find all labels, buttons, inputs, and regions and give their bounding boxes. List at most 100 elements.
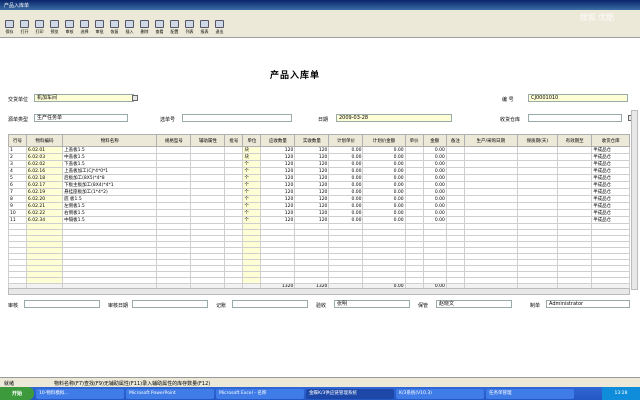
column-header[interactable]: 计划价金额 (362, 134, 406, 147)
toolbar-button-9[interactable]: 删除 (137, 18, 152, 38)
table-row[interactable]: 8 6.02.20 底 板1.5 个 120 120 0.00 0.00 0.00 半成品仓 (8, 195, 630, 203)
table-cell[interactable] (404, 202, 424, 210)
table-cell[interactable]: 120 (294, 146, 330, 154)
table-cell[interactable]: 半成品仓 (591, 188, 630, 196)
start-button[interactable]: 开始 (0, 387, 34, 400)
table-cell[interactable] (404, 174, 424, 182)
table-cell[interactable]: 0.00 (422, 188, 447, 196)
table-cell[interactable] (404, 146, 424, 154)
table-cell[interactable] (224, 209, 244, 217)
table-cell[interactable]: 个 (242, 160, 262, 168)
select-number-field[interactable] (182, 114, 292, 122)
toolbar-button-8[interactable]: 插入 (122, 18, 137, 38)
table-cell[interactable]: 底 板1.5 (62, 195, 158, 203)
toolbar-button-5[interactable]: 选择 (77, 18, 92, 38)
column-header[interactable]: 辅助属性 (190, 134, 226, 147)
table-cell[interactable]: 半成品仓 (591, 174, 630, 182)
table-cell[interactable] (557, 146, 593, 154)
table-cell[interactable] (156, 167, 192, 175)
date-field[interactable]: 2009-03-28 (336, 114, 452, 122)
table-cell[interactable] (190, 202, 226, 210)
vertical-scrollbar[interactable] (631, 110, 638, 290)
table-cell[interactable]: 120 (294, 174, 330, 182)
table-cell[interactable] (190, 153, 226, 161)
table-cell[interactable]: 120 (260, 167, 296, 175)
taskbar-item[interactable]: Microsoft Excel - 名称 (216, 388, 304, 399)
horizontal-scrollbar[interactable] (8, 288, 630, 295)
table-cell[interactable]: 个 (242, 174, 262, 182)
table-cell[interactable] (156, 202, 192, 210)
table-cell[interactable]: 0.00 (422, 216, 447, 224)
table-cell[interactable] (156, 188, 192, 196)
table-cell[interactable]: 0.00 (362, 181, 406, 189)
table-cell[interactable]: 0.00 (362, 146, 406, 154)
table-cell[interactable]: 120 (294, 160, 330, 168)
table-cell[interactable]: 11 (8, 216, 27, 224)
dept-field[interactable]: 机加车间 (34, 94, 134, 102)
table-cell[interactable]: 6.02.03 (25, 153, 64, 161)
table-cell[interactable] (224, 160, 244, 168)
table-cell[interactable]: 120 (260, 188, 296, 196)
table-cell[interactable] (557, 209, 593, 217)
table-cell[interactable]: 0.00 (328, 188, 364, 196)
table-cell[interactable] (404, 167, 424, 175)
table-cell[interactable]: 120 (260, 195, 296, 203)
table-cell[interactable]: 6.02.18 (25, 174, 64, 182)
table-cell[interactable] (516, 209, 559, 217)
table-cell[interactable]: 120 (294, 202, 330, 210)
table-cell[interactable] (557, 181, 593, 189)
table-cell[interactable]: 6.02.19 (25, 188, 64, 196)
verify-field[interactable]: 张明 (334, 300, 410, 308)
table-cell[interactable] (190, 209, 226, 217)
table-cell[interactable]: 0.00 (422, 195, 447, 203)
table-cell[interactable]: 半成品仓 (591, 181, 630, 189)
table-cell[interactable]: 6.02.34 (25, 216, 64, 224)
column-header[interactable]: 备注 (445, 134, 465, 147)
dept-lookup-icon[interactable] (132, 95, 138, 101)
table-cell[interactable] (463, 181, 518, 189)
table-cell[interactable]: 1 (8, 146, 27, 154)
table-cell[interactable]: 0.00 (362, 188, 406, 196)
table-cell[interactable]: 0.00 (422, 167, 447, 175)
table-cell[interactable]: 7 (8, 188, 27, 196)
table-cell[interactable]: 0.00 (362, 195, 406, 203)
table-cell[interactable]: 0.00 (362, 202, 406, 210)
toolbar-button-4[interactable]: 审核 (62, 18, 77, 38)
table-cell[interactable]: 0.00 (328, 153, 364, 161)
table-cell[interactable] (463, 174, 518, 182)
table-cell[interactable] (557, 216, 593, 224)
table-cell[interactable] (516, 202, 559, 210)
table-cell[interactable] (463, 195, 518, 203)
table-cell[interactable] (224, 146, 244, 154)
table-cell[interactable]: 半成品仓 (591, 146, 630, 154)
account-field[interactable] (232, 300, 308, 308)
table-cell[interactable]: 左侧板1.5 (62, 202, 158, 210)
toolbar-button-14[interactable]: 退出 (212, 18, 227, 38)
table-cell[interactable]: 120 (294, 209, 330, 217)
table-cell[interactable]: 个 (242, 202, 262, 210)
table-cell[interactable] (224, 202, 244, 210)
table-cell[interactable]: 120 (260, 174, 296, 182)
table-cell[interactable] (463, 160, 518, 168)
table-cell[interactable] (224, 216, 244, 224)
table-cell[interactable]: 0.00 (328, 146, 364, 154)
table-cell[interactable] (190, 181, 226, 189)
table-cell[interactable]: 6.02.16 (25, 167, 64, 175)
table-cell[interactable]: 5 (8, 174, 27, 182)
table-cell[interactable] (190, 216, 226, 224)
column-header[interactable]: 生产/采购日期 (463, 134, 518, 147)
table-cell[interactable] (156, 174, 192, 182)
column-header[interactable]: 物料名称 (62, 134, 158, 147)
toolbar-button-1[interactable]: 打开 (17, 18, 32, 38)
table-cell[interactable] (404, 195, 424, 203)
table-cell[interactable] (557, 174, 593, 182)
table-cell[interactable]: 半成品仓 (591, 209, 630, 217)
table-cell[interactable]: 6.02.17 (25, 181, 64, 189)
table-cell[interactable]: 个 (242, 216, 262, 224)
table-cell[interactable]: 6 (8, 181, 27, 189)
table-cell[interactable]: 6.02.22 (25, 209, 64, 217)
taskbar-item[interactable]: 金蝶K/3供应链管理系统 (306, 388, 394, 399)
table-cell[interactable] (156, 195, 192, 203)
table-cell[interactable]: 0.00 (422, 202, 447, 210)
table-cell[interactable] (156, 209, 192, 217)
